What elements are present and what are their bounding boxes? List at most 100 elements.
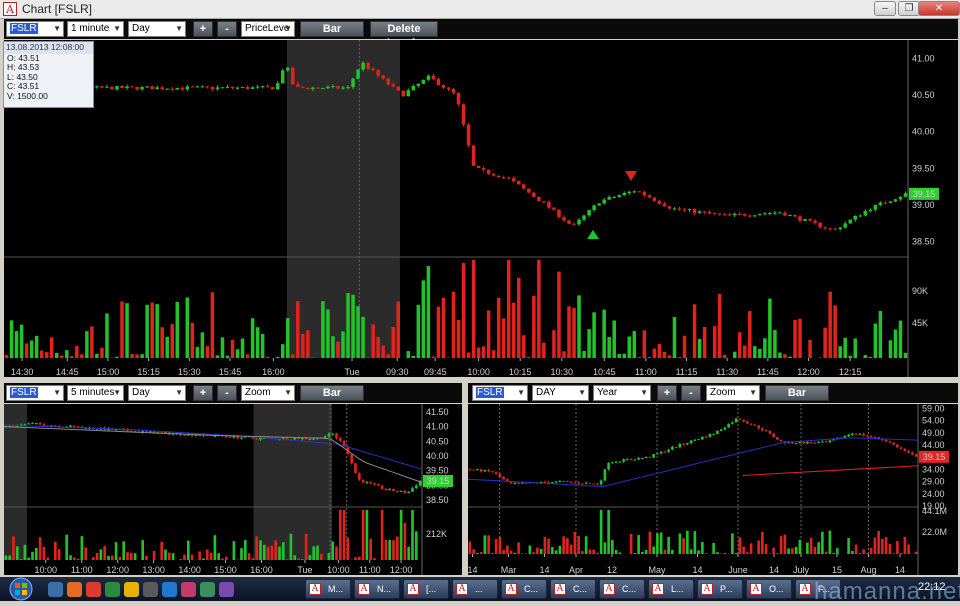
bar-type-button[interactable]: Bar xyxy=(300,21,364,37)
range-select[interactable]: Day▼ xyxy=(128,21,186,37)
right-bar-type-button[interactable]: Bar xyxy=(765,385,829,401)
candle xyxy=(823,227,827,228)
volume-bar xyxy=(170,324,174,358)
right-range-select[interactable]: Year▼ xyxy=(593,385,651,401)
candle xyxy=(697,439,700,440)
left-chart[interactable]: 41.5041.0040.5040.0039.5039.0038.5039.15… xyxy=(4,404,462,575)
right-mode-select[interactable]: Zoom▼ xyxy=(706,385,760,401)
time-label: 14:30 xyxy=(11,367,34,377)
volume-bar xyxy=(206,346,210,358)
taskbar-app-button[interactable]: AM... xyxy=(305,579,351,599)
utorrent-icon[interactable] xyxy=(200,582,215,597)
candle xyxy=(350,454,353,463)
left-zoom-in-button[interactable]: + xyxy=(193,385,213,401)
left-zoom-out-button[interactable]: - xyxy=(217,385,237,401)
taskbar-app-button[interactable]: AC... xyxy=(550,579,596,599)
volume-bar xyxy=(233,541,236,560)
volume-bar xyxy=(783,354,787,358)
volume-bar xyxy=(600,510,603,554)
chevron-down-icon: ▼ xyxy=(284,386,292,400)
left-bar-type-button[interactable]: Bar xyxy=(300,385,364,401)
firefox-icon[interactable] xyxy=(162,582,177,597)
volume-bar xyxy=(793,320,797,358)
skype-icon[interactable] xyxy=(124,582,139,597)
volume-bar xyxy=(427,266,431,358)
symbol-select[interactable]: FSLR▼ xyxy=(6,21,64,37)
volume-bar xyxy=(216,355,220,358)
right-zoom-out-button[interactable]: - xyxy=(681,385,701,401)
main-chart[interactable]: 41.0040.5040.0039.5039.0038.5039.1590K45… xyxy=(4,40,958,377)
volume-bar xyxy=(487,310,491,358)
volume-bar xyxy=(683,336,687,358)
candle xyxy=(889,442,892,443)
right-symbol-select[interactable]: FSLR▼ xyxy=(472,385,528,401)
taskbar-app-button[interactable]: AC... xyxy=(501,579,547,599)
candle xyxy=(667,450,670,452)
taskbar-app-label: C... xyxy=(622,584,636,594)
browser-icon[interactable] xyxy=(105,582,120,597)
left-symbol-select[interactable]: FSLR▼ xyxy=(6,385,64,401)
price-label: 39.00 xyxy=(912,200,935,210)
volume-bar xyxy=(296,301,300,358)
delete-levels-button[interactable]: Delete Levels xyxy=(370,21,438,37)
right-zoom-in-button[interactable]: + xyxy=(657,385,677,401)
volume-bar xyxy=(107,556,110,560)
taskbar-app-button[interactable]: AC... xyxy=(599,579,645,599)
vs-icon[interactable] xyxy=(181,582,196,597)
volume-bar xyxy=(497,298,501,358)
right-chart[interactable]: 59.0054.0049.0044.0039.0034.0029.0024.00… xyxy=(468,404,958,575)
interval-select[interactable]: 1 minute▼ xyxy=(67,21,124,37)
minimize-button[interactable]: – xyxy=(874,1,896,16)
volume-bar xyxy=(386,354,390,358)
candle xyxy=(582,215,586,219)
start-button[interactable] xyxy=(3,577,41,601)
candle xyxy=(336,86,340,88)
volume-bar xyxy=(316,546,319,560)
taskbar-app-button[interactable]: AN... xyxy=(354,579,400,599)
time-label: 09:45 xyxy=(424,367,447,377)
taskbar-app-button[interactable]: A[... xyxy=(403,579,449,599)
taskbar-app-button[interactable]: A... xyxy=(452,579,498,599)
volume-bar xyxy=(643,330,647,358)
right-toolbar: FSLR▼ DAY▼ Year▼ + - Zoom▼ Bar xyxy=(468,383,958,403)
left-mode-select[interactable]: Zoom▼ xyxy=(241,385,295,401)
show-desktop-icon[interactable] xyxy=(48,582,63,597)
volume-bar xyxy=(328,553,331,560)
volume-bar xyxy=(572,308,576,358)
zoom-in-button[interactable]: + xyxy=(193,21,213,37)
app-icon: A xyxy=(701,583,713,595)
mode-select[interactable]: PriceLeve▼ xyxy=(241,21,295,37)
left-interval-select[interactable]: 5 minutes▼ xyxy=(67,385,124,401)
candle xyxy=(808,219,812,221)
explorer-icon[interactable] xyxy=(143,582,158,597)
opera-icon[interactable] xyxy=(86,582,101,597)
time-label: 15:00 xyxy=(97,367,120,377)
candle xyxy=(619,462,622,463)
volume-bar xyxy=(291,354,295,358)
left-range-select[interactable]: Day▼ xyxy=(128,385,186,401)
candle xyxy=(369,482,372,483)
volume-bar xyxy=(417,305,421,358)
candle xyxy=(739,419,742,420)
right-interval-select[interactable]: DAY▼ xyxy=(532,385,589,401)
time-label: 09:30 xyxy=(386,367,409,377)
taskbar-app-button[interactable]: AL... xyxy=(648,579,694,599)
volume-bar xyxy=(780,536,783,554)
taskbar-app-button[interactable]: AO... xyxy=(746,579,792,599)
candle xyxy=(492,174,496,176)
candle xyxy=(768,213,772,214)
gadget-icon[interactable] xyxy=(219,582,234,597)
taskbar-app-button[interactable]: AP... xyxy=(697,579,743,599)
candle xyxy=(335,434,338,438)
price-label: 40.00 xyxy=(912,127,935,137)
volume-bar xyxy=(750,543,753,554)
media-icon[interactable] xyxy=(67,582,82,597)
zoom-out-button[interactable]: - xyxy=(217,21,237,37)
restore-button[interactable]: ❐ xyxy=(898,1,920,16)
volume-bar xyxy=(130,354,134,358)
close-button[interactable]: ✕ xyxy=(918,1,960,16)
candle xyxy=(487,170,491,174)
volume-bar xyxy=(522,335,526,358)
time-label: 10:45 xyxy=(593,367,616,377)
volume-bar xyxy=(20,559,23,560)
